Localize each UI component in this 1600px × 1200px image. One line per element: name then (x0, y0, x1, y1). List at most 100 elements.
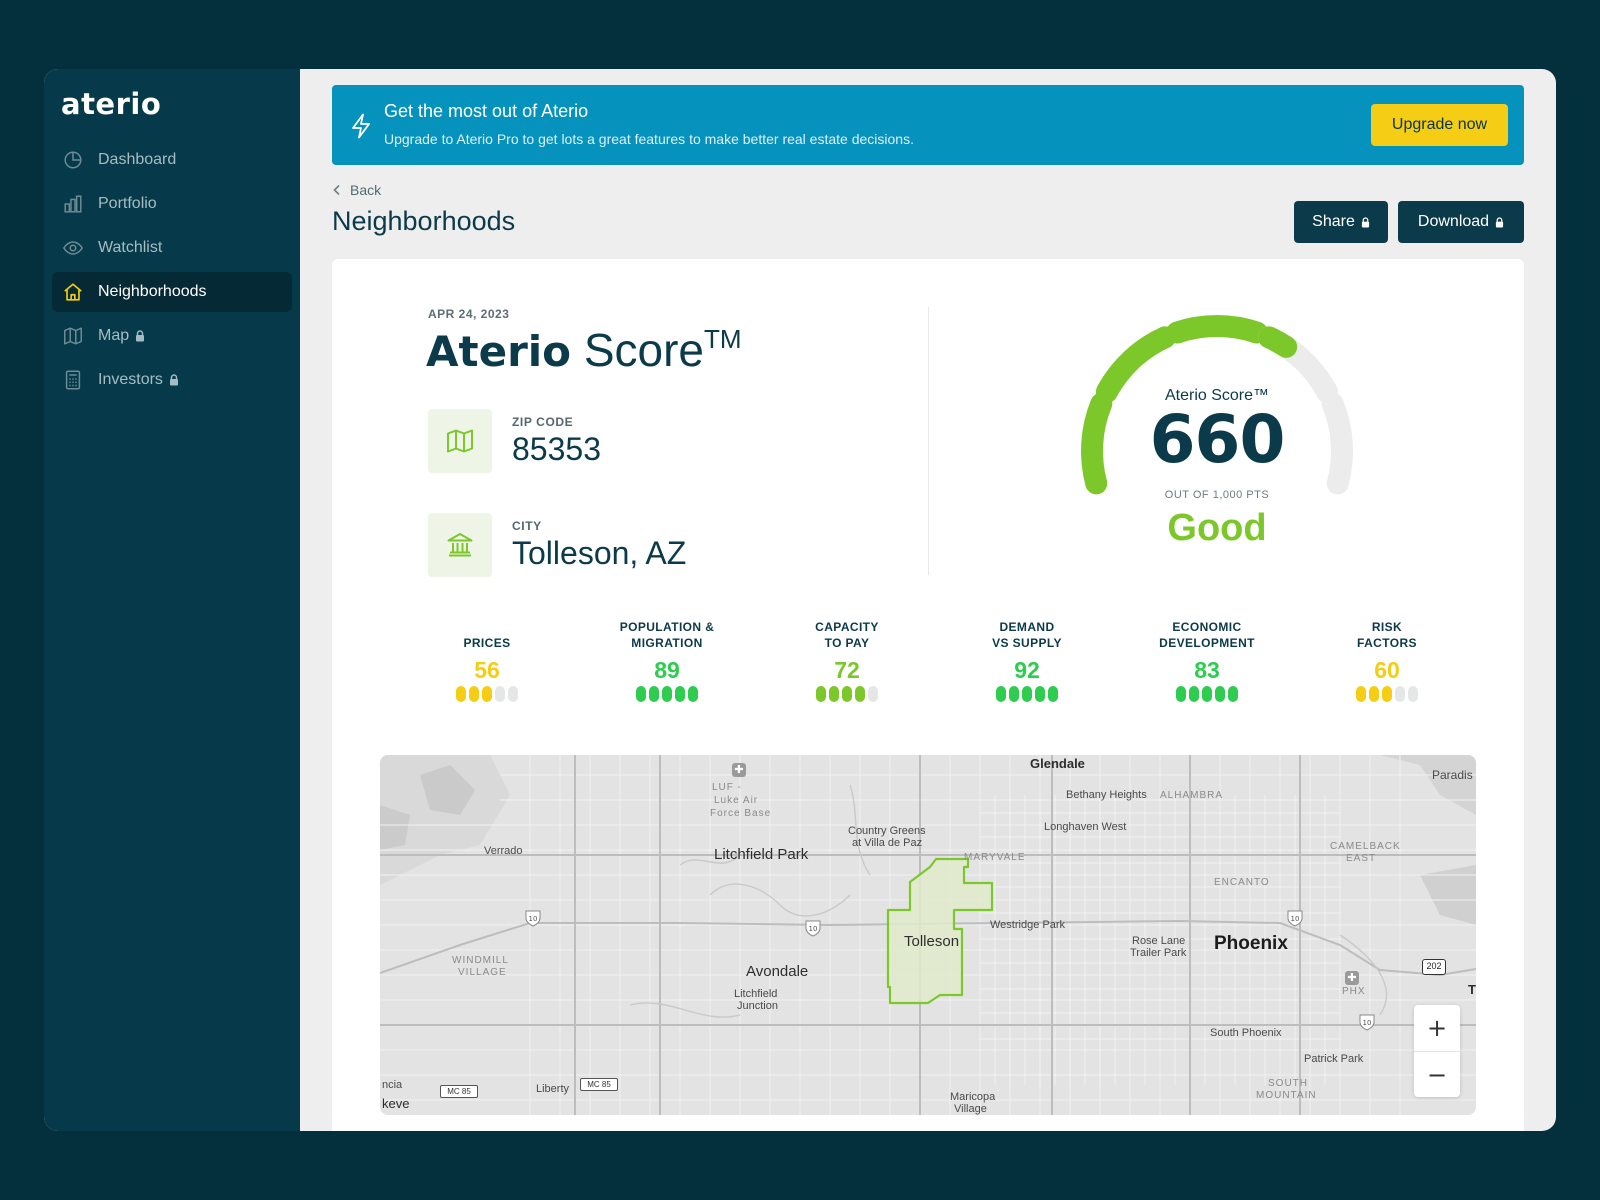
mc85-shield: MC 85 (580, 1078, 618, 1091)
metric-value: 89 (654, 657, 680, 683)
map-label-bethany-heights: Bethany Heights (1066, 789, 1147, 801)
app-window: aterio Dashboard Portfolio Watchlist Nei… (44, 69, 1556, 1131)
home-icon (62, 281, 84, 303)
sidebar-item-investors[interactable]: Investors (52, 360, 292, 400)
download-button[interactable]: Download (1398, 201, 1524, 243)
metric-label: PRICES (412, 617, 562, 651)
map-label-rose-lane-2: Trailer Park (1130, 947, 1187, 959)
city-value: Tolleson, AZ (512, 534, 687, 571)
upgrade-now-button[interactable]: Upgrade now (1371, 104, 1508, 146)
rating-dot (1395, 686, 1405, 702)
rating-dot (649, 686, 659, 702)
rating-dot (1035, 686, 1045, 702)
neighborhood-map[interactable]: 10 10 10 10 202 MC 85 MC 85 ✚ ✚ Glendale (380, 755, 1476, 1115)
banner-subtitle: Upgrade to Aterio Pro to get lots a grea… (384, 131, 914, 147)
rating-dot (662, 686, 672, 702)
eye-icon (62, 237, 84, 259)
map-label-liberty: Liberty (536, 1083, 570, 1095)
sidebar-item-label: Watchlist (98, 239, 163, 256)
metric-value: 56 (474, 657, 500, 683)
rating-dot (1215, 686, 1225, 702)
map-label-maryvale: MARYVALE (964, 852, 1026, 863)
route-202-shield: 202 (1422, 959, 1446, 975)
interstate-10-shield: 10 (1286, 909, 1304, 932)
lock-icon (1361, 216, 1370, 228)
metric-value: 72 (834, 657, 860, 683)
metric-rating-dots (772, 686, 922, 702)
metric-label-line: PRICES (463, 636, 511, 650)
lightning-icon (352, 113, 370, 139)
metric-label: ECONOMIC DEVELOPMENT (1132, 617, 1282, 651)
sidebar-item-label: Investors (98, 371, 163, 388)
score-card: APR 24, 2023 Aterio ScoreTM ZIP CODE 853… (332, 259, 1524, 1131)
sidebar-item-dashboard[interactable]: Dashboard (52, 140, 292, 180)
zip-code-row: ZIP CODE 85353 (428, 409, 601, 473)
map-label-ncia: ncia (382, 1079, 403, 1091)
metric-label: CAPACITY TO PAY (772, 617, 922, 651)
metrics-row: PRICES 56 POPULATION & MIGRATION 89 CAPACITY T… (412, 617, 1492, 717)
rating-dot (508, 686, 518, 702)
score-heading-brand: Aterio (426, 327, 572, 376)
map-label-avondale: Avondale (746, 963, 809, 980)
back-link[interactable]: Back (332, 182, 381, 198)
score-heading-text: Score (583, 324, 704, 376)
main-content: Get the most out of Aterio Upgrade to At… (300, 69, 1556, 1131)
rating-dot (816, 686, 826, 702)
zoom-in-button[interactable]: + (1414, 1005, 1460, 1051)
score-gauge: Aterio Score™ 660 OUT OF 1,000 PTS Good (1072, 311, 1362, 551)
map-label-patrick-park: Patrick Park (1304, 1053, 1364, 1065)
map-label-encanto: ENCANTO (1214, 877, 1270, 888)
sidebar-item-portfolio[interactable]: Portfolio (52, 184, 292, 224)
mc85-shield: MC 85 (440, 1085, 478, 1098)
sidebar-item-watchlist[interactable]: Watchlist (52, 228, 292, 268)
zip-code-label: ZIP CODE (512, 414, 574, 429)
zoom-out-button[interactable]: − (1414, 1051, 1460, 1097)
sidebar-item-neighborhoods[interactable]: Neighborhoods (52, 272, 292, 312)
map-label-t: T (1468, 982, 1476, 997)
rating-dot (675, 686, 685, 702)
sidebar-nav: Dashboard Portfolio Watchlist Neighborho… (52, 140, 292, 404)
metric-rating-dots (1132, 686, 1282, 702)
metric-label: DEMAND VS SUPPLY (952, 617, 1102, 651)
rating-dot (495, 686, 505, 702)
map-zoom-controls: + − (1414, 1005, 1460, 1097)
score-date: APR 24, 2023 (428, 307, 510, 321)
map-label-luke-3: Force Base (710, 808, 772, 819)
svg-text:10: 10 (529, 915, 538, 923)
interstate-10-shield: 10 (524, 909, 542, 932)
map-icon (62, 325, 84, 347)
metric-rating-dots (1312, 686, 1462, 702)
rating-dot (1202, 686, 1212, 702)
map-label-country-greens-2: at Villa de Paz (852, 837, 923, 849)
metric-label-line: ECONOMIC (1172, 620, 1242, 634)
map-label-paradise: Paradis (1432, 768, 1473, 782)
score-heading: Aterio ScoreTM (426, 323, 742, 377)
zip-code-value: 85353 (512, 430, 601, 467)
back-label: Back (350, 182, 382, 198)
upgrade-banner: Get the most out of Aterio Upgrade to At… (332, 85, 1524, 165)
calculator-icon (62, 369, 84, 391)
svg-text:10: 10 (1363, 1019, 1372, 1027)
rating-dot (842, 686, 852, 702)
rating-dot (1408, 686, 1418, 702)
rating-dot (688, 686, 698, 702)
map-label-litchfield-junction-2: Junction (737, 1000, 778, 1012)
metric-rating-dots (412, 686, 562, 702)
sidebar-item-map[interactable]: Map (52, 316, 292, 356)
map-label-windmill-2: VILLAGE (458, 967, 507, 978)
rating-dot (469, 686, 479, 702)
share-button[interactable]: Share (1294, 201, 1388, 243)
metric-label-line: FACTORS (1357, 636, 1417, 650)
aterio-logo[interactable]: aterio (61, 87, 161, 121)
map-label-south-mountain-2: MOUNTAIN (1256, 1090, 1317, 1101)
map-label-south-phoenix: South Phoenix (1210, 1027, 1282, 1039)
map-label-glendale: Glendale (1030, 756, 1085, 771)
city-label: CITY (512, 518, 542, 533)
airport-icon: ✚ (732, 763, 746, 777)
metric-risk: RISK FACTORS 60 (1312, 617, 1462, 702)
metric-prices: PRICES 56 (412, 617, 562, 702)
gauge-segment (1166, 315, 1268, 344)
bar-chart-icon (62, 193, 84, 215)
metric-population: POPULATION & MIGRATION 89 (592, 617, 742, 702)
metric-label-line: MIGRATION (631, 636, 703, 650)
